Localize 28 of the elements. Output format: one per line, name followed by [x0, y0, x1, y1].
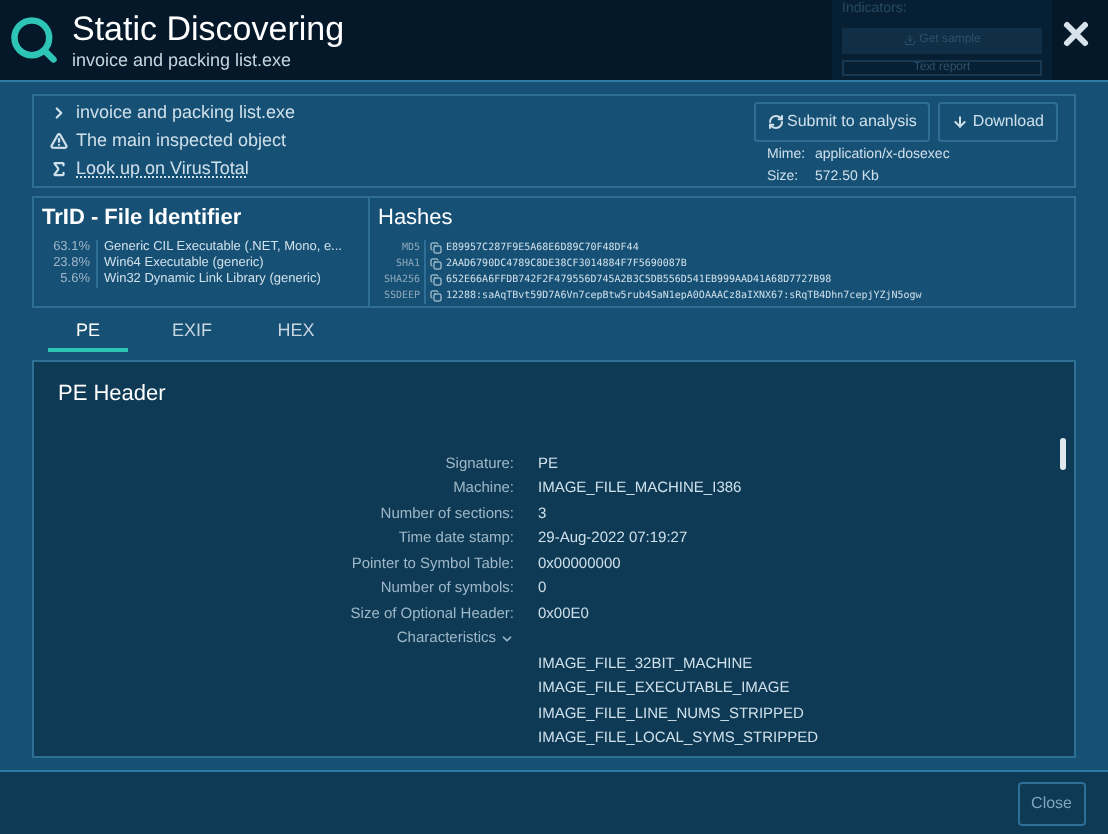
object-item: invoice and packing list.exe: [76, 99, 296, 126]
warning-icon: [50, 132, 68, 150]
trid-title: TrID - File Identifier: [42, 204, 244, 234]
download-button[interactable]: Download: [938, 102, 1058, 142]
copy-icon[interactable]: [430, 289, 442, 301]
object-item: The main inspected object: [76, 127, 287, 154]
copy-icon[interactable]: [430, 241, 442, 253]
virustotal-link[interactable]: Look up on VirusTotal: [76, 155, 249, 183]
caret-down-icon: [500, 631, 514, 646]
arrow-down-icon: [952, 114, 969, 130]
download-icon: [903, 34, 916, 46]
pe-header-title: PE Header: [58, 380, 168, 410]
chevron-icon: [50, 104, 68, 122]
sigma-icon: [50, 160, 68, 178]
window-title: Static Discovering: [72, 10, 345, 50]
hashes-title: Hashes: [378, 204, 455, 234]
close-footer-button[interactable]: Close: [1017, 781, 1086, 825]
tab[interactable]: PE: [48, 316, 128, 352]
window-subtitle: invoice and packing list.exe: [72, 50, 294, 70]
tab[interactable]: EXIF: [152, 316, 232, 352]
submit-button[interactable]: Submit to analysis: [753, 102, 931, 142]
refresh-icon: [767, 114, 783, 130]
close-icon: [1058, 16, 1094, 52]
scrollbar-thumb[interactable]: [1060, 438, 1066, 470]
copy-icon[interactable]: [430, 257, 442, 269]
copy-icon[interactable]: [430, 273, 442, 285]
search-icon: [8, 14, 60, 66]
tab[interactable]: HEX: [256, 316, 336, 352]
